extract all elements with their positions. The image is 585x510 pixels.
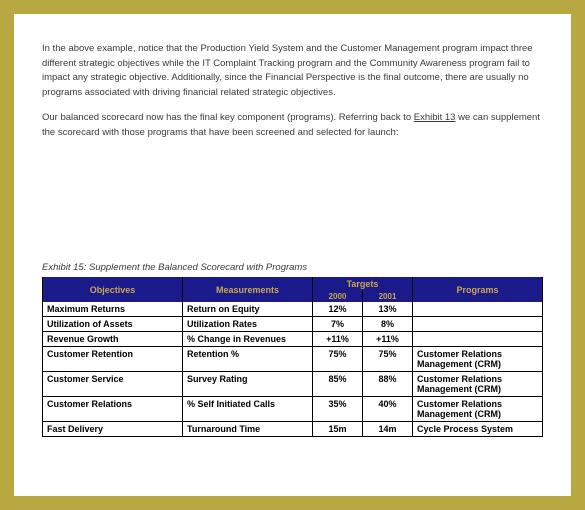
cell-program: Customer Relations Management (CRM) bbox=[413, 397, 543, 422]
th-measurements: Measurements bbox=[183, 277, 313, 302]
cell-target1: 85% bbox=[313, 372, 363, 397]
cell-target2: 8% bbox=[363, 317, 413, 332]
cell-target2: +11% bbox=[363, 332, 413, 347]
th-programs: Programs bbox=[413, 277, 543, 302]
th-objectives: Objectives bbox=[43, 277, 183, 302]
paragraph-2: Our balanced scorecard now has the final… bbox=[42, 111, 543, 140]
cell-objective: Utilization of Assets bbox=[43, 317, 183, 332]
cell-target1: +11% bbox=[313, 332, 363, 347]
table-row: Maximum Returns Return on Equity 12% 13% bbox=[43, 302, 543, 317]
table-row: Revenue Growth % Change in Revenues +11%… bbox=[43, 332, 543, 347]
cell-measurement: Survey Rating bbox=[183, 372, 313, 397]
cell-measurement: % Self Initiated Calls bbox=[183, 397, 313, 422]
scorecard-table: Objectives Measurements Targets Programs… bbox=[42, 277, 543, 437]
cell-program bbox=[413, 302, 543, 317]
cell-target2: 75% bbox=[363, 347, 413, 372]
cell-measurement: % Change in Revenues bbox=[183, 332, 313, 347]
cell-program: Customer Relations Management (CRM) bbox=[413, 372, 543, 397]
th-year1: 2000 bbox=[313, 291, 363, 302]
cell-measurement: Return on Equity bbox=[183, 302, 313, 317]
table-row: Utilization of Assets Utilization Rates … bbox=[43, 317, 543, 332]
exhibit-13-link[interactable]: Exhibit 13 bbox=[414, 112, 456, 123]
paragraph-1: In the above example, notice that the Pr… bbox=[42, 42, 543, 101]
table-row: Customer Relations % Self Initiated Call… bbox=[43, 397, 543, 422]
cell-target1: 35% bbox=[313, 397, 363, 422]
cell-measurement: Retention % bbox=[183, 347, 313, 372]
cell-target2: 13% bbox=[363, 302, 413, 317]
table-row: Fast Delivery Turnaround Time 15m 14m Cy… bbox=[43, 422, 543, 437]
spacing bbox=[42, 150, 543, 262]
cell-measurement: Utilization Rates bbox=[183, 317, 313, 332]
cell-program: Cycle Process System bbox=[413, 422, 543, 437]
cell-target1: 15m bbox=[313, 422, 363, 437]
table-row: Customer Service Survey Rating 85% 88% C… bbox=[43, 372, 543, 397]
cell-program bbox=[413, 317, 543, 332]
cell-objective: Maximum Returns bbox=[43, 302, 183, 317]
document-page: In the above example, notice that the Pr… bbox=[14, 14, 571, 496]
cell-program: Customer Relations Management (CRM) bbox=[413, 347, 543, 372]
cell-objective: Customer Relations bbox=[43, 397, 183, 422]
cell-program bbox=[413, 332, 543, 347]
cell-target2: 40% bbox=[363, 397, 413, 422]
th-targets: Targets bbox=[313, 277, 413, 291]
cell-target1: 7% bbox=[313, 317, 363, 332]
table-row: Customer Retention Retention % 75% 75% C… bbox=[43, 347, 543, 372]
cell-measurement: Turnaround Time bbox=[183, 422, 313, 437]
cell-target1: 12% bbox=[313, 302, 363, 317]
paragraph-2-before: Our balanced scorecard now has the final… bbox=[42, 112, 414, 123]
cell-objective: Revenue Growth bbox=[43, 332, 183, 347]
table-header-row: Objectives Measurements Targets Programs bbox=[43, 277, 543, 291]
cell-objective: Fast Delivery bbox=[43, 422, 183, 437]
th-year2: 2001 bbox=[363, 291, 413, 302]
cell-objective: Customer Service bbox=[43, 372, 183, 397]
exhibit-title: Exhibit 15: Supplement the Balanced Scor… bbox=[42, 262, 543, 273]
cell-target2: 14m bbox=[363, 422, 413, 437]
cell-target2: 88% bbox=[363, 372, 413, 397]
cell-objective: Customer Retention bbox=[43, 347, 183, 372]
cell-target1: 75% bbox=[313, 347, 363, 372]
